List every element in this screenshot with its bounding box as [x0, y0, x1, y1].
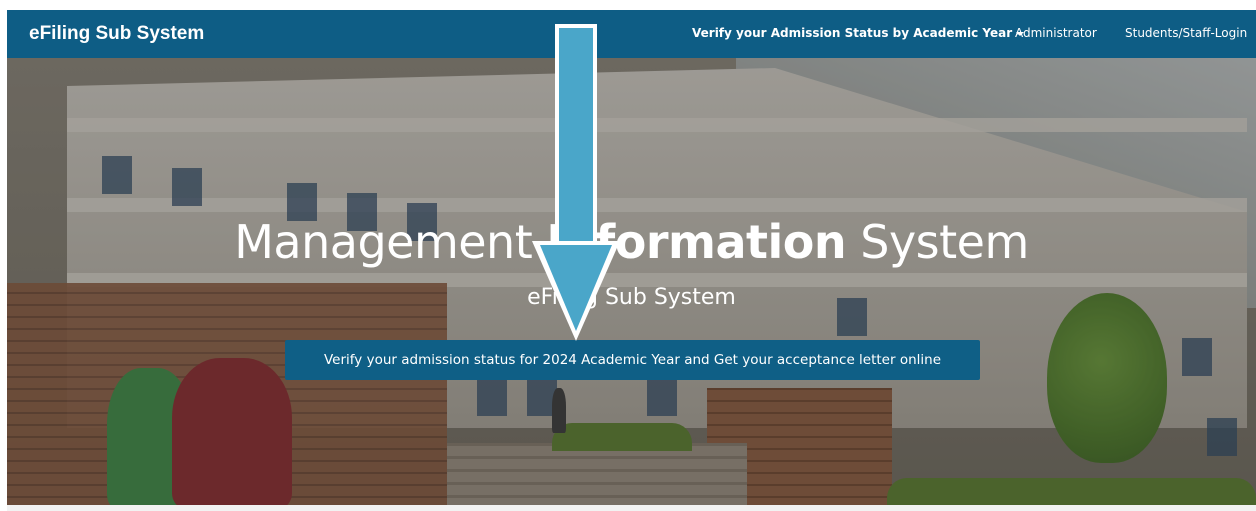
brand-logo-text[interactable]: eFiling Sub System — [29, 23, 204, 45]
hero-subtitle: eFiling Sub System — [527, 285, 736, 310]
nav-verify-admission-dropdown[interactable]: Verify your Admission Status by Academic… — [692, 26, 1025, 40]
nav-administrator[interactable]: Administrator — [1015, 26, 1097, 40]
hero-title: Management Information System — [7, 215, 1256, 269]
arrow-down-icon-head — [540, 245, 612, 331]
hero-banner: Management Information System eFiling Su… — [7, 58, 1256, 505]
nav-students-staff-login[interactable]: Students/Staff-Login — [1125, 26, 1247, 40]
arrow-down-icon — [555, 24, 597, 244]
app-window: eFiling Sub System Verify your Admission… — [7, 10, 1256, 511]
bottom-strip — [7, 505, 1256, 511]
hero-title-part-3: System — [846, 215, 1029, 269]
nav-verify-admission-label: Verify your Admission Status by Academic… — [692, 26, 1013, 40]
verify-admission-button[interactable]: Verify your admission status for 2024 Ac… — [285, 340, 980, 380]
hero-overlay — [7, 58, 1256, 505]
top-navbar: eFiling Sub System Verify your Admission… — [7, 10, 1256, 58]
hero-title-part-1: Management — [234, 215, 547, 269]
